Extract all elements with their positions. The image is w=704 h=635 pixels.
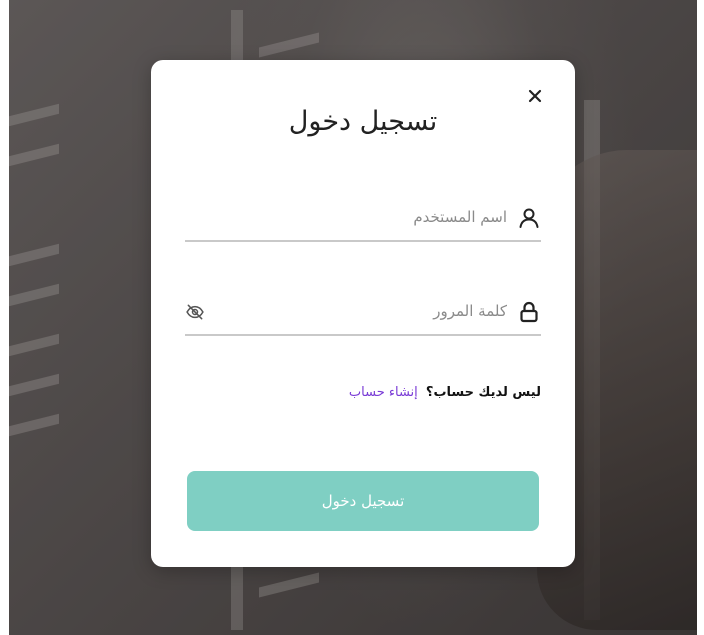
modal-title: تسجيل دخول	[288, 106, 438, 137]
signup-question: ليس لديك حساب؟	[425, 385, 541, 400]
password-input[interactable]	[217, 296, 507, 326]
page: تسجيل دخول ليس لديك حساب؟ إنشاء حساب	[0, 0, 704, 635]
user-icon	[519, 208, 539, 228]
password-field	[185, 294, 541, 336]
login-modal: تسجيل دخول ليس لديك حساب؟ إنشاء حساب	[151, 60, 575, 567]
signup-prompt: ليس لديك حساب؟ إنشاء حساب	[349, 385, 541, 400]
lock-icon	[520, 301, 538, 323]
username-field	[185, 200, 541, 242]
login-button[interactable]: تسجيل دخول	[187, 471, 539, 531]
create-account-link[interactable]: إنشاء حساب	[349, 385, 418, 400]
eye-off-icon[interactable]	[185, 302, 205, 322]
close-button[interactable]	[523, 84, 547, 108]
username-input[interactable]	[217, 202, 507, 232]
close-icon	[528, 89, 542, 103]
